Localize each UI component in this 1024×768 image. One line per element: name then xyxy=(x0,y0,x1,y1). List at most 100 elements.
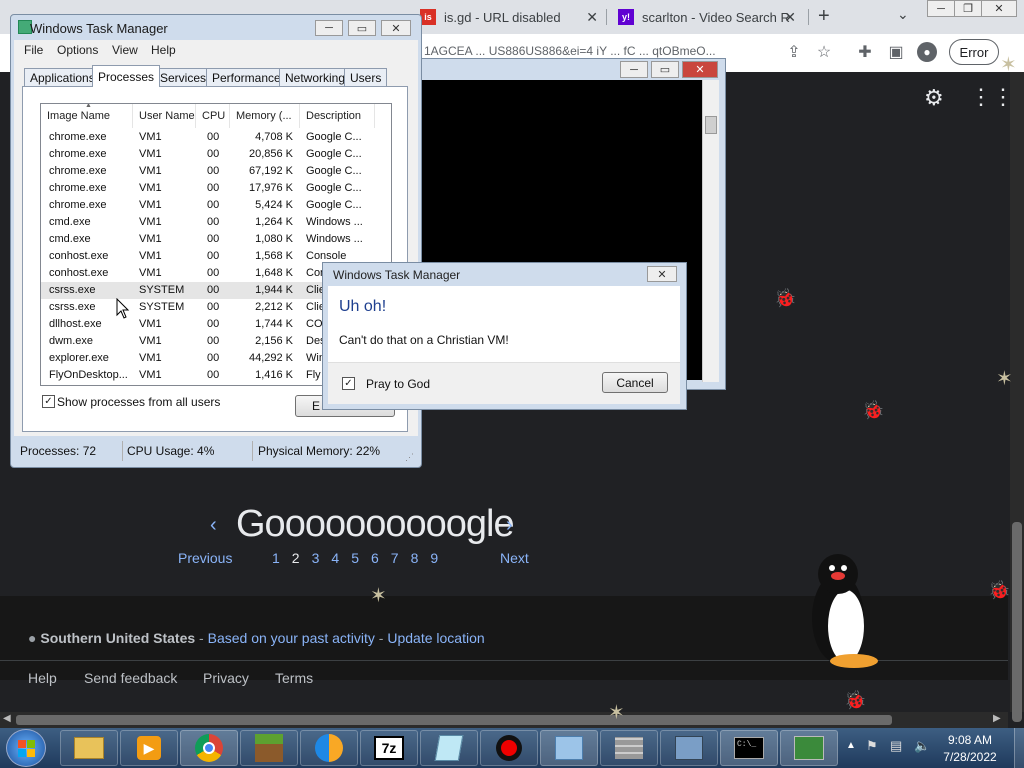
tm-close-button[interactable]: ✕ xyxy=(381,20,411,36)
recorder-taskbar-button[interactable] xyxy=(480,730,538,766)
action-center-flag-icon[interactable]: ⚑ xyxy=(866,738,878,754)
show-hidden-icons[interactable]: ▲ xyxy=(846,740,856,751)
side-panel-icon[interactable]: ▣ xyxy=(886,42,906,62)
previous-link[interactable]: Previous xyxy=(178,550,232,566)
volume-icon[interactable]: 🔈 xyxy=(914,738,930,754)
apps-grid-icon[interactable]: ⋮⋮ xyxy=(970,84,1014,110)
console-scrollbar[interactable] xyxy=(702,80,719,382)
firewall-taskbar-button[interactable] xyxy=(600,730,658,766)
task-manager-taskbar-button[interactable] xyxy=(780,730,838,766)
terms-link[interactable]: Terms xyxy=(275,670,313,686)
console-close-button[interactable]: ✕ xyxy=(682,61,718,78)
profile-avatar-icon[interactable]: ● xyxy=(917,42,937,62)
process-row[interactable]: chrome.exe VM1 00 67,192 K Google C... xyxy=(41,163,375,180)
process-cpu: 00 xyxy=(207,233,220,245)
col-cpu[interactable]: CPU xyxy=(196,104,230,128)
page-scrollbar[interactable] xyxy=(1010,72,1024,722)
menu-file[interactable]: File xyxy=(24,43,43,57)
notepad-taskbar-button[interactable] xyxy=(420,730,478,766)
privacy-link[interactable]: Privacy xyxy=(203,670,275,686)
new-tab-button[interactable]: + xyxy=(818,5,830,28)
media-player-taskbar-button[interactable]: ▶ xyxy=(120,730,178,766)
close-button[interactable]: ✕ xyxy=(981,0,1017,17)
scroll-right-icon[interactable]: ▶ xyxy=(993,713,1001,724)
chevron-down-icon[interactable]: ⌄ xyxy=(897,6,909,23)
menu-options[interactable]: Options xyxy=(57,43,98,57)
process-row[interactable]: chrome.exe VM1 00 17,976 K Google C... xyxy=(41,180,375,197)
process-cpu: 00 xyxy=(207,352,220,364)
col-description[interactable]: Description xyxy=(300,104,375,128)
tab-networking[interactable]: Networking xyxy=(279,68,352,86)
process-row[interactable]: cmd.exe VM1 00 1,080 K Windows ... xyxy=(41,231,375,248)
close-tab-icon[interactable]: ✕ xyxy=(784,9,796,26)
tab-isgd[interactable]: is is.gd - URL disabled ✕ xyxy=(412,0,608,34)
console-scrollbar-thumb[interactable] xyxy=(705,116,717,134)
page-scrollbar-thumb[interactable] xyxy=(1012,522,1022,722)
horizontal-scrollbar[interactable]: ◀ ▶ xyxy=(0,712,1008,728)
show-all-checkbox[interactable]: ✓ xyxy=(42,395,55,408)
control-panel-taskbar-button[interactable] xyxy=(540,730,598,766)
chrome-taskbar-button[interactable] xyxy=(180,730,238,766)
cmd-taskbar-button[interactable]: C:\_ xyxy=(720,730,778,766)
horizontal-scrollbar-thumb[interactable] xyxy=(16,715,892,725)
tab-scarlton[interactable]: y! scarlton - Video Search R ✕ xyxy=(610,0,806,34)
page-link[interactable]: 3 xyxy=(312,550,320,566)
show-desktop-button[interactable] xyxy=(1014,728,1024,768)
tab-services[interactable]: Services xyxy=(154,68,213,86)
process-row[interactable]: chrome.exe VM1 00 5,424 K Google C... xyxy=(41,197,375,214)
scroll-left-icon[interactable]: ◀ xyxy=(3,713,11,724)
console-maximize-button[interactable]: ▭ xyxy=(651,61,679,78)
minimize-button[interactable]: ─ xyxy=(927,0,955,17)
page-link[interactable]: 6 xyxy=(371,550,379,566)
menu-help[interactable]: Help xyxy=(151,43,176,57)
share-icon[interactable]: ⇪ xyxy=(784,42,804,62)
7zip-taskbar-button[interactable]: 7z xyxy=(360,730,418,766)
menu-view[interactable]: View xyxy=(112,43,138,57)
next-chevron-icon[interactable]: › xyxy=(506,514,513,537)
network-taskbar-button[interactable] xyxy=(660,730,718,766)
start-button[interactable] xyxy=(6,729,46,767)
page-link[interactable]: 1 xyxy=(272,550,280,566)
tab-performance[interactable]: Performance xyxy=(206,68,287,86)
extensions-icon[interactable]: ✚ xyxy=(855,42,875,62)
page-link[interactable]: 4 xyxy=(331,550,339,566)
based-on-activity-link[interactable]: Based on your past activity xyxy=(208,630,375,646)
bookmark-star-icon[interactable]: ☆ xyxy=(814,42,834,62)
prev-chevron-icon[interactable]: ‹ xyxy=(210,514,217,537)
page-link[interactable]: 7 xyxy=(391,550,399,566)
network-status-icon[interactable]: ▤ xyxy=(890,738,902,754)
close-tab-icon[interactable]: ✕ xyxy=(586,9,598,26)
clock-date[interactable]: 7/28/2022 xyxy=(930,750,1010,764)
page-link[interactable]: 9 xyxy=(430,550,438,566)
page-link[interactable]: 8 xyxy=(411,550,419,566)
process-row[interactable]: chrome.exe VM1 00 4,708 K Google C... xyxy=(41,129,375,146)
settings-gear-icon[interactable]: ⚙ xyxy=(924,85,944,111)
minecraft-taskbar-button[interactable] xyxy=(240,730,298,766)
next-link[interactable]: Next xyxy=(500,550,529,566)
address-bar[interactable]: 1AGCEA ... US886US886&ei=4 iY ... fC ...… xyxy=(424,44,768,58)
clock-time[interactable]: 9:08 AM xyxy=(930,733,1010,747)
process-row[interactable]: cmd.exe VM1 00 1,264 K Windows ... xyxy=(41,214,375,231)
tab-applications[interactable]: Applications xyxy=(24,68,101,86)
tab-users[interactable]: Users xyxy=(344,68,388,86)
tm-maximize-button[interactable]: ▭ xyxy=(348,20,376,36)
pray-checkbox[interactable]: ✓ xyxy=(342,377,355,390)
send-feedback-link[interactable]: Send feedback xyxy=(84,670,203,686)
col-memory[interactable]: Memory (... xyxy=(230,104,300,128)
error-button[interactable]: Error xyxy=(949,39,999,65)
maximize-button[interactable]: ❐ xyxy=(954,0,982,17)
dialog-close-button[interactable]: ✕ xyxy=(647,266,677,282)
update-location-link[interactable]: Update location xyxy=(387,630,484,646)
cancel-button[interactable]: Cancel xyxy=(602,372,668,393)
tab-processes[interactable]: Processes xyxy=(92,65,161,87)
resize-grip-icon[interactable]: ⋰ xyxy=(405,452,414,463)
col-user-name[interactable]: User Name xyxy=(133,104,196,128)
process-row[interactable]: chrome.exe VM1 00 20,856 K Google C... xyxy=(41,146,375,163)
explorer-taskbar-button[interactable] xyxy=(60,730,118,766)
tm-minimize-button[interactable]: ─ xyxy=(315,20,343,36)
process-description: Google C... xyxy=(306,199,362,211)
console-minimize-button[interactable]: ─ xyxy=(620,61,648,78)
help-link[interactable]: Help xyxy=(28,670,84,686)
page-link[interactable]: 5 xyxy=(351,550,359,566)
chromium-taskbar-button[interactable] xyxy=(300,730,358,766)
